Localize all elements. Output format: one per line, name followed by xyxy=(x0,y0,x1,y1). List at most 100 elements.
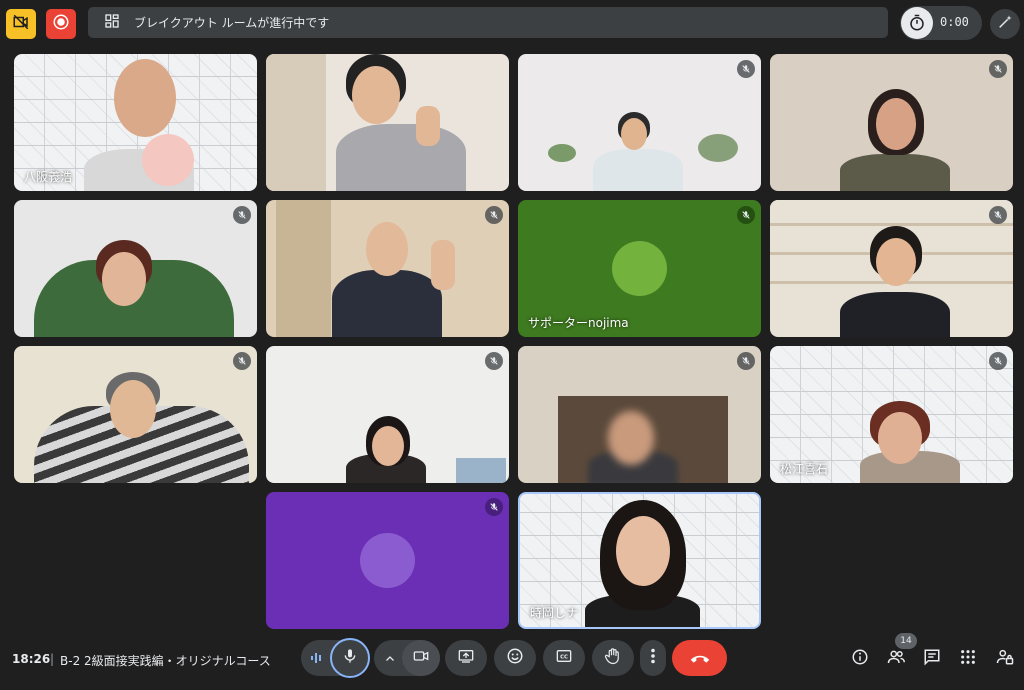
participant-tile-12[interactable]: 松江喜石 xyxy=(770,346,1013,483)
participant-body xyxy=(332,270,442,337)
muted-indicator xyxy=(989,352,1007,370)
participant-tile-4[interactable] xyxy=(770,54,1013,191)
emoji-icon xyxy=(506,647,524,669)
camera-off-indicator[interactable] xyxy=(6,9,36,39)
participant-name: 松江喜石 xyxy=(780,462,829,476)
layout-icon xyxy=(104,13,120,32)
participant-head xyxy=(616,516,670,586)
raise-hand-button[interactable] xyxy=(592,640,634,676)
bottom-bar: 18:26 | B-2 2級面接実践編・オリジナルコース CC 14 xyxy=(0,632,1024,690)
participant-tile-7[interactable]: サポーターnojima xyxy=(518,200,761,337)
participant-head xyxy=(878,412,922,464)
camera-icon xyxy=(412,648,430,668)
plant xyxy=(548,144,576,162)
participant-tile-11[interactable] xyxy=(518,346,761,483)
banner-text: ブレイクアウト ルームが進行中です xyxy=(134,16,330,30)
meeting-details-button[interactable] xyxy=(849,648,871,670)
timer[interactable]: 0:00 xyxy=(900,6,982,40)
participant-head xyxy=(110,380,156,438)
participant-head xyxy=(876,238,916,286)
camera-button[interactable] xyxy=(402,640,440,676)
more-options-button[interactable] xyxy=(640,640,666,676)
chat-icon xyxy=(923,648,941,670)
participant-head xyxy=(114,59,176,137)
participant-tile-13[interactable] xyxy=(266,492,509,629)
microphone-button[interactable] xyxy=(330,638,370,678)
muted-indicator xyxy=(989,60,1007,78)
audio-controls xyxy=(301,638,370,678)
participant-tile-3[interactable] xyxy=(518,54,761,191)
participant-tile-2[interactable] xyxy=(266,54,509,191)
participant-head xyxy=(366,222,408,276)
participant-name: 八阪義浩 xyxy=(24,170,73,184)
participant-tile-5[interactable] xyxy=(14,200,257,337)
chat-button[interactable] xyxy=(921,648,943,670)
participant-tile-10[interactable] xyxy=(266,346,509,483)
participant-tile-8[interactable] xyxy=(770,200,1013,337)
participant-avatar xyxy=(612,241,667,296)
plant xyxy=(698,134,738,162)
muted-indicator xyxy=(485,498,503,516)
timer-icon xyxy=(901,7,933,39)
muted-indicator xyxy=(737,60,755,78)
more-vert-icon xyxy=(650,648,656,668)
svg-text:CC: CC xyxy=(560,655,568,661)
info-icon xyxy=(851,648,869,670)
participant-head xyxy=(621,118,647,150)
participant-head xyxy=(352,66,400,124)
shelf xyxy=(276,200,331,337)
meeting-title: B-2 2級面接実践編・オリジナルコース xyxy=(60,654,271,668)
hangup-icon xyxy=(689,649,711,668)
camera-off-icon xyxy=(12,13,30,35)
effects-button[interactable] xyxy=(990,9,1020,39)
muted-indicator xyxy=(989,206,1007,224)
participant-tile-1[interactable]: 八阪義浩 xyxy=(14,54,257,191)
participant-tile-14[interactable]: 時岡しナ xyxy=(518,492,761,629)
activities-button[interactable] xyxy=(957,648,979,670)
muted-indicator xyxy=(737,352,755,370)
record-icon xyxy=(52,13,70,35)
timer-value: 0:00 xyxy=(940,15,969,29)
participant-tile-9[interactable] xyxy=(14,346,257,483)
muted-indicator xyxy=(233,352,251,370)
audio-wave-icon xyxy=(310,650,324,670)
captions-icon: CC xyxy=(555,648,573,668)
participant-head xyxy=(876,98,916,150)
participant-tile-6[interactable] xyxy=(266,200,509,337)
participant-head xyxy=(372,426,404,466)
participant-avatar xyxy=(360,533,415,588)
muted-indicator xyxy=(485,206,503,224)
chevron-up-icon[interactable] xyxy=(384,650,396,669)
reactions-button[interactable] xyxy=(494,640,536,676)
box xyxy=(456,458,506,483)
top-bar: ブレイクアウト ルームが進行中です 0:00 xyxy=(0,0,1024,48)
mic-icon xyxy=(342,647,358,669)
captions-button[interactable]: CC xyxy=(543,640,585,676)
shelf xyxy=(266,54,326,191)
magic-wand-icon xyxy=(997,14,1013,34)
participant-body xyxy=(336,124,466,191)
participant-body xyxy=(840,154,950,191)
muted-indicator xyxy=(233,206,251,224)
present-button[interactable] xyxy=(445,640,487,676)
participant-body xyxy=(840,292,950,337)
apps-icon xyxy=(960,649,976,669)
host-controls-button[interactable] xyxy=(994,648,1016,670)
people-button[interactable] xyxy=(885,648,907,670)
current-time: 18:26 xyxy=(12,652,51,666)
thumbs-up-sign xyxy=(142,134,194,186)
participant-head xyxy=(102,252,146,306)
participant-body xyxy=(593,149,683,191)
thumb-hand xyxy=(416,106,440,146)
recording-indicator[interactable] xyxy=(46,9,76,39)
participant-name: 時岡しナ xyxy=(530,606,579,620)
breakout-banner: ブレイクアウト ルームが進行中です xyxy=(88,7,888,38)
participant-name: サポーターnojima xyxy=(528,316,629,330)
participant-head xyxy=(608,411,654,465)
people-icon xyxy=(886,648,906,670)
participants-count-badge: 14 xyxy=(895,633,917,649)
video-controls xyxy=(374,640,440,676)
leave-call-button[interactable] xyxy=(672,640,727,676)
muted-indicator xyxy=(737,206,755,224)
separator: | xyxy=(50,652,55,666)
